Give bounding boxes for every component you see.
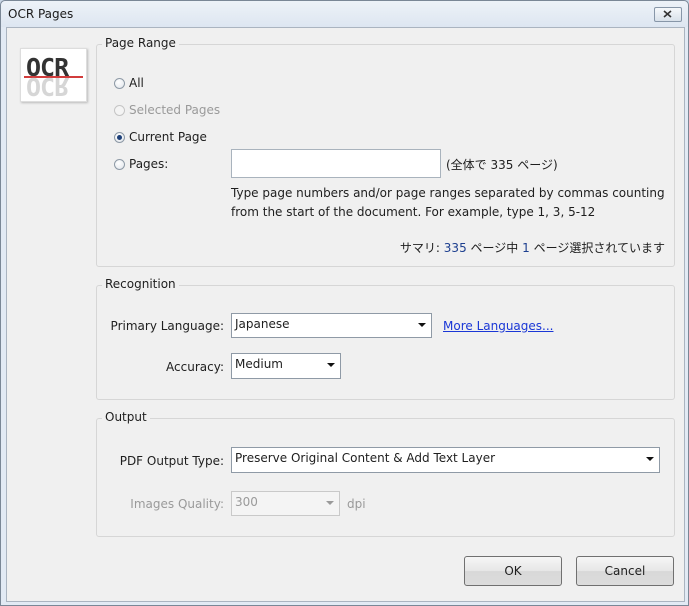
primary-language-select[interactable]: Japanese: [231, 313, 432, 338]
accuracy-value: Medium: [235, 357, 283, 371]
total-hint-prefix: (全体で: [446, 158, 487, 172]
dialog-body: OCR OCR Page Range All Selected Pages Cu…: [6, 27, 685, 602]
pages-input[interactable]: [231, 149, 441, 178]
page-range-group: Page Range All Selected Pages Current Pa…: [96, 36, 675, 267]
help-text-line-1: Type page numbers and/or page ranges sep…: [231, 186, 665, 200]
pdf-output-type-value: Preserve Original Content & Add Text Lay…: [235, 451, 496, 465]
images-quality-unit: dpi: [347, 497, 366, 511]
chevron-down-icon: [418, 323, 426, 327]
help-text-line-2: from the start of the document. For exam…: [231, 205, 596, 219]
logo-reflection: OCR: [26, 72, 69, 101]
cancel-button[interactable]: Cancel: [576, 556, 674, 586]
images-quality-select: 300: [231, 491, 340, 516]
chevron-down-icon: [646, 457, 654, 461]
title-bar: OCR Pages: [1, 1, 688, 27]
radio-current-page-label: Current Page: [129, 130, 207, 144]
radio-all-circle[interactable]: [114, 77, 125, 89]
images-quality-value: 300: [235, 495, 258, 509]
output-group: Output PDF Output Type: Preserve Origina…: [96, 410, 675, 537]
pdf-output-type-select[interactable]: Preserve Original Content & Add Text Lay…: [231, 447, 660, 473]
accuracy-select[interactable]: Medium: [231, 353, 341, 379]
radio-current-page[interactable]: Current Page: [114, 130, 207, 144]
primary-language-value: Japanese: [235, 317, 290, 331]
output-label: Output: [102, 410, 150, 424]
close-button[interactable]: [654, 7, 682, 22]
accuracy-label: Accuracy:: [166, 360, 224, 374]
pdf-output-type-label: PDF Output Type:: [119, 454, 224, 468]
recognition-label: Recognition: [102, 277, 179, 291]
chevron-down-icon: [326, 501, 334, 505]
page-range-label: Page Range: [102, 36, 179, 50]
recognition-group: Recognition Primary Language: Japanese M…: [96, 277, 675, 400]
radio-selected-pages-circle: [114, 104, 125, 116]
window-title: OCR Pages: [8, 7, 74, 21]
selection-summary: サマリ: 335 ページ中 1 ページ選択されています: [400, 239, 665, 256]
summary-suffix: ページ選択されています: [533, 241, 665, 255]
total-pages-hint: (全体で 335 ページ): [446, 156, 558, 173]
total-pages-count: 335: [490, 158, 514, 172]
radio-pages[interactable]: Pages:: [114, 157, 168, 171]
ok-button[interactable]: OK: [464, 556, 562, 586]
chevron-down-icon: [327, 363, 335, 367]
radio-pages-circle[interactable]: [114, 158, 125, 170]
summary-total: 335: [443, 241, 467, 255]
summary-selected: 1: [522, 241, 530, 255]
summary-prefix: サマリ:: [399, 241, 440, 255]
close-icon: [663, 10, 672, 18]
primary-language-label: Primary Language:: [110, 319, 224, 333]
ocr-pages-dialog: OCR Pages OCR OCR Page Range All Selecte…: [0, 0, 689, 606]
more-languages-link[interactable]: More Languages...: [443, 319, 553, 333]
radio-selected-pages-label: Selected Pages: [129, 103, 221, 117]
radio-current-page-circle[interactable]: [114, 131, 125, 143]
radio-selected-pages: Selected Pages: [114, 103, 220, 117]
radio-all[interactable]: All: [114, 76, 144, 90]
radio-all-label: All: [129, 76, 144, 90]
radio-pages-label: Pages:: [129, 157, 169, 171]
ocr-logo: OCR OCR: [20, 48, 87, 102]
images-quality-label: Images Quality:: [130, 497, 224, 511]
summary-middle: ページ中: [470, 241, 519, 255]
total-hint-suffix: ページ): [517, 158, 558, 172]
